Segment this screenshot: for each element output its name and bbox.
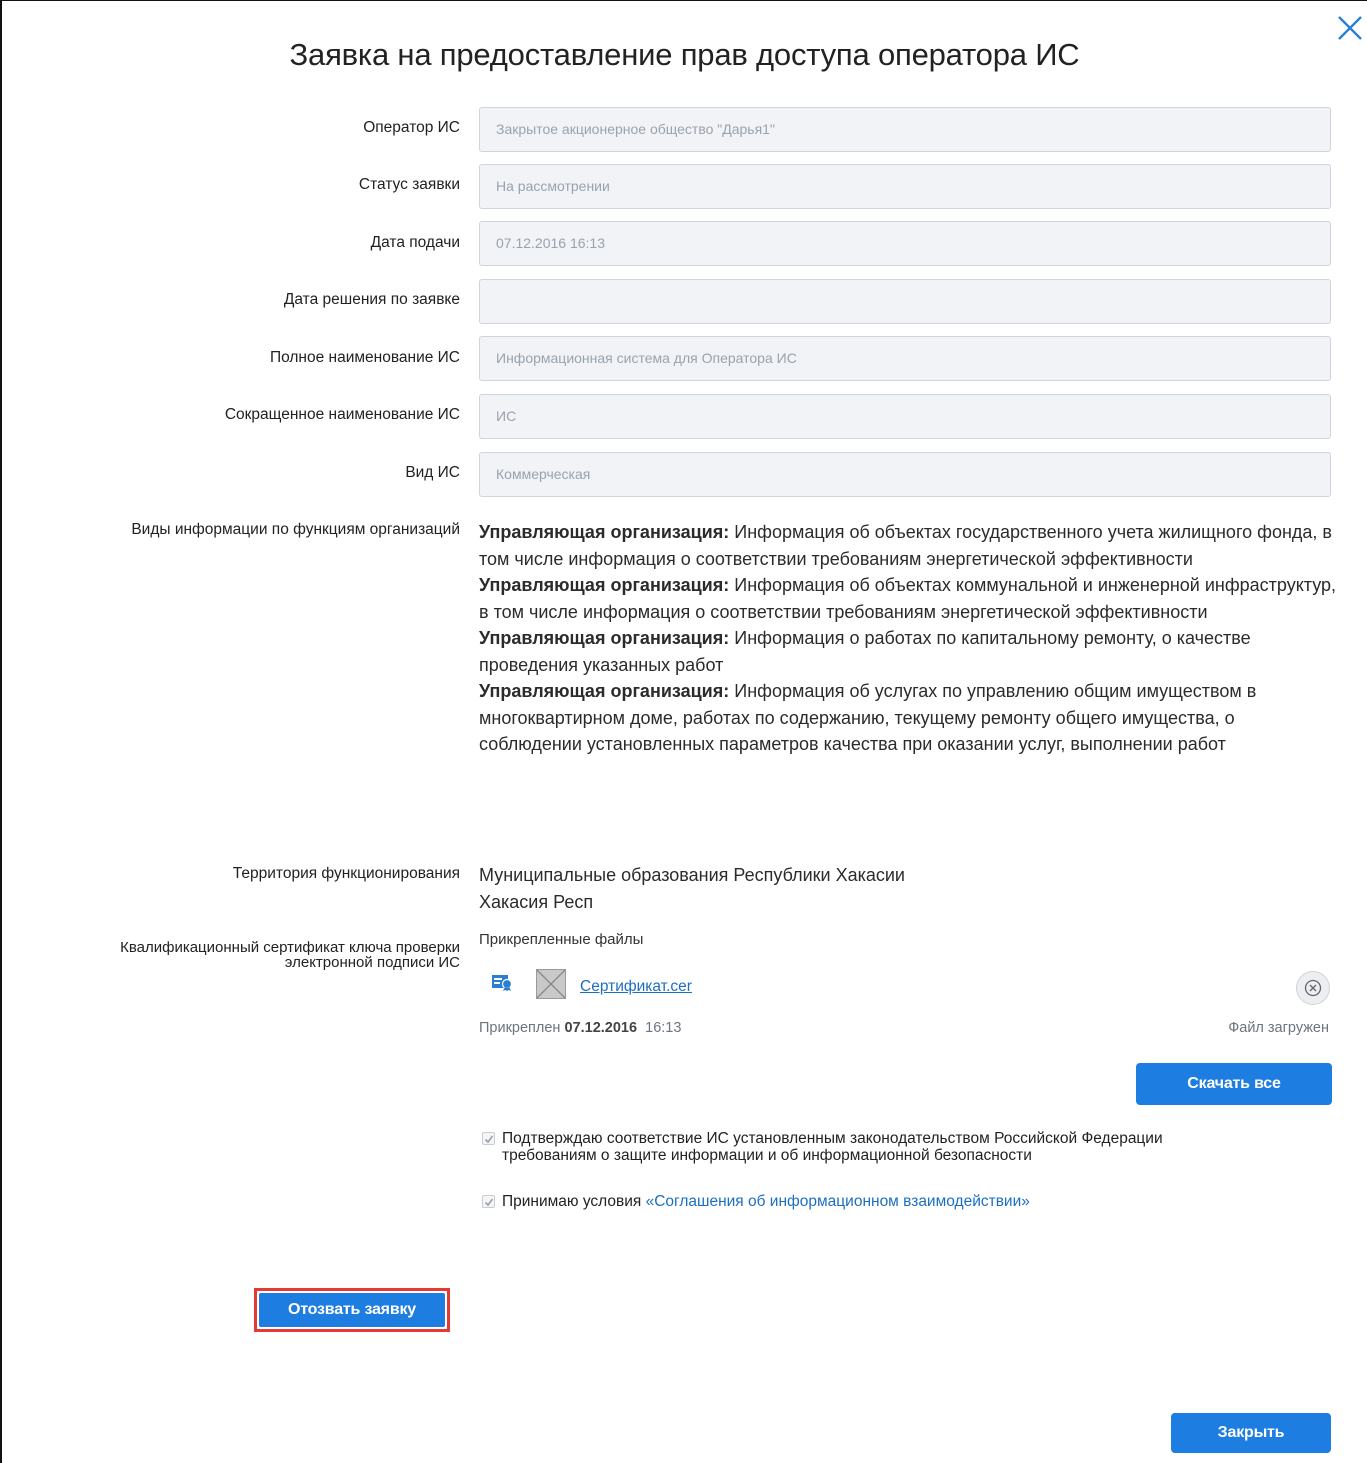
file-status: Файл загружен	[1228, 1020, 1329, 1036]
info-types-label: Виды информации по функциям организаций	[131, 521, 460, 538]
territory-line: Муниципальные образования Республики Хак…	[479, 865, 905, 885]
attached-file-row: Сертификат.cer	[492, 967, 1332, 1001]
full-name-label: Полное наименование ИС	[269, 349, 460, 366]
status-label: Статус заявки	[358, 176, 460, 193]
info-type-item: Управляющая организация: Информация об у…	[479, 681, 1257, 754]
terms-text: Принимаю условия	[502, 1193, 642, 1210]
territory-value: Муниципальные образования Республики Хак…	[479, 862, 905, 915]
certificate-icon	[492, 975, 513, 991]
full-name-field[interactable]: Информационная система для Оператора ИС	[479, 336, 1331, 381]
attached-files-title: Прикрепленные файлы	[479, 931, 644, 948]
dialog-title: Заявка на предоставление прав доступа оп…	[289, 37, 1080, 72]
compliance-checkbox[interactable]	[482, 1132, 495, 1145]
short-name-field[interactable]: ИС	[479, 394, 1331, 439]
close-button[interactable]: Закрыть	[1171, 1413, 1331, 1453]
submit-date-label: Дата подачи	[370, 234, 460, 251]
certificate-file-link[interactable]: Сертификат.cer	[580, 978, 692, 996]
territory-line: Хакасия Респ	[479, 891, 594, 912]
agreement-link[interactable]: «Соглашения об информационном взаимодейс…	[646, 1193, 1030, 1210]
certificate-label: Квалификационный сертификат ключа провер…	[120, 939, 460, 971]
withdraw-button-highlight: Отозвать заявку	[254, 1288, 450, 1332]
operator-label: Оператор ИС	[363, 119, 460, 136]
short-name-label: Сокращенное наименование ИС	[224, 406, 460, 423]
status-field[interactable]: На рассмотрении	[479, 164, 1331, 209]
request-dialog: Заявка на предоставление прав доступа оп…	[0, 0, 1367, 1463]
terms-checkbox-row: Принимаю условия «Соглашения об информац…	[482, 1193, 1030, 1210]
remove-file-button[interactable]	[1296, 971, 1330, 1005]
image-placeholder-icon	[536, 969, 566, 999]
is-type-field[interactable]: Коммерческая	[479, 452, 1331, 497]
is-type-label: Вид ИС	[405, 464, 460, 481]
operator-field[interactable]: Закрытое акционерное общество "Дарья1"	[479, 107, 1331, 152]
remove-circle-icon	[1304, 979, 1322, 997]
info-type-item: Управляющая организация: Информация об о…	[479, 575, 1337, 622]
attached-meta: Прикреплен 07.12.2016 16:13	[479, 1020, 682, 1036]
compliance-checkbox-row: Подтверждаю соответствие ИС установленны…	[482, 1130, 1163, 1164]
territory-label: Территория функционирования	[232, 865, 460, 882]
compliance-text: Подтверждаю соответствие ИС установленны…	[502, 1130, 1163, 1147]
attached-date: 07.12.2016	[564, 1020, 638, 1036]
decision-date-field[interactable]	[479, 279, 1331, 324]
attached-time: 16:13	[645, 1020, 682, 1036]
submit-date-field[interactable]: 07.12.2016 16:13	[479, 221, 1331, 266]
terms-checkbox[interactable]	[482, 1195, 495, 1208]
withdraw-request-button[interactable]: Отозвать заявку	[259, 1293, 445, 1327]
download-all-button[interactable]: Скачать все	[1136, 1063, 1332, 1105]
decision-date-label: Дата решения по заявке	[283, 291, 460, 308]
compliance-text: требованиям о защите информации и об инф…	[502, 1147, 1032, 1164]
info-types-list: Управляющая организация: Информация об о…	[479, 519, 1339, 758]
info-type-item: Управляющая организация: Информация о ра…	[479, 628, 1251, 675]
info-type-item: Управляющая организация: Информация об о…	[479, 522, 1332, 569]
